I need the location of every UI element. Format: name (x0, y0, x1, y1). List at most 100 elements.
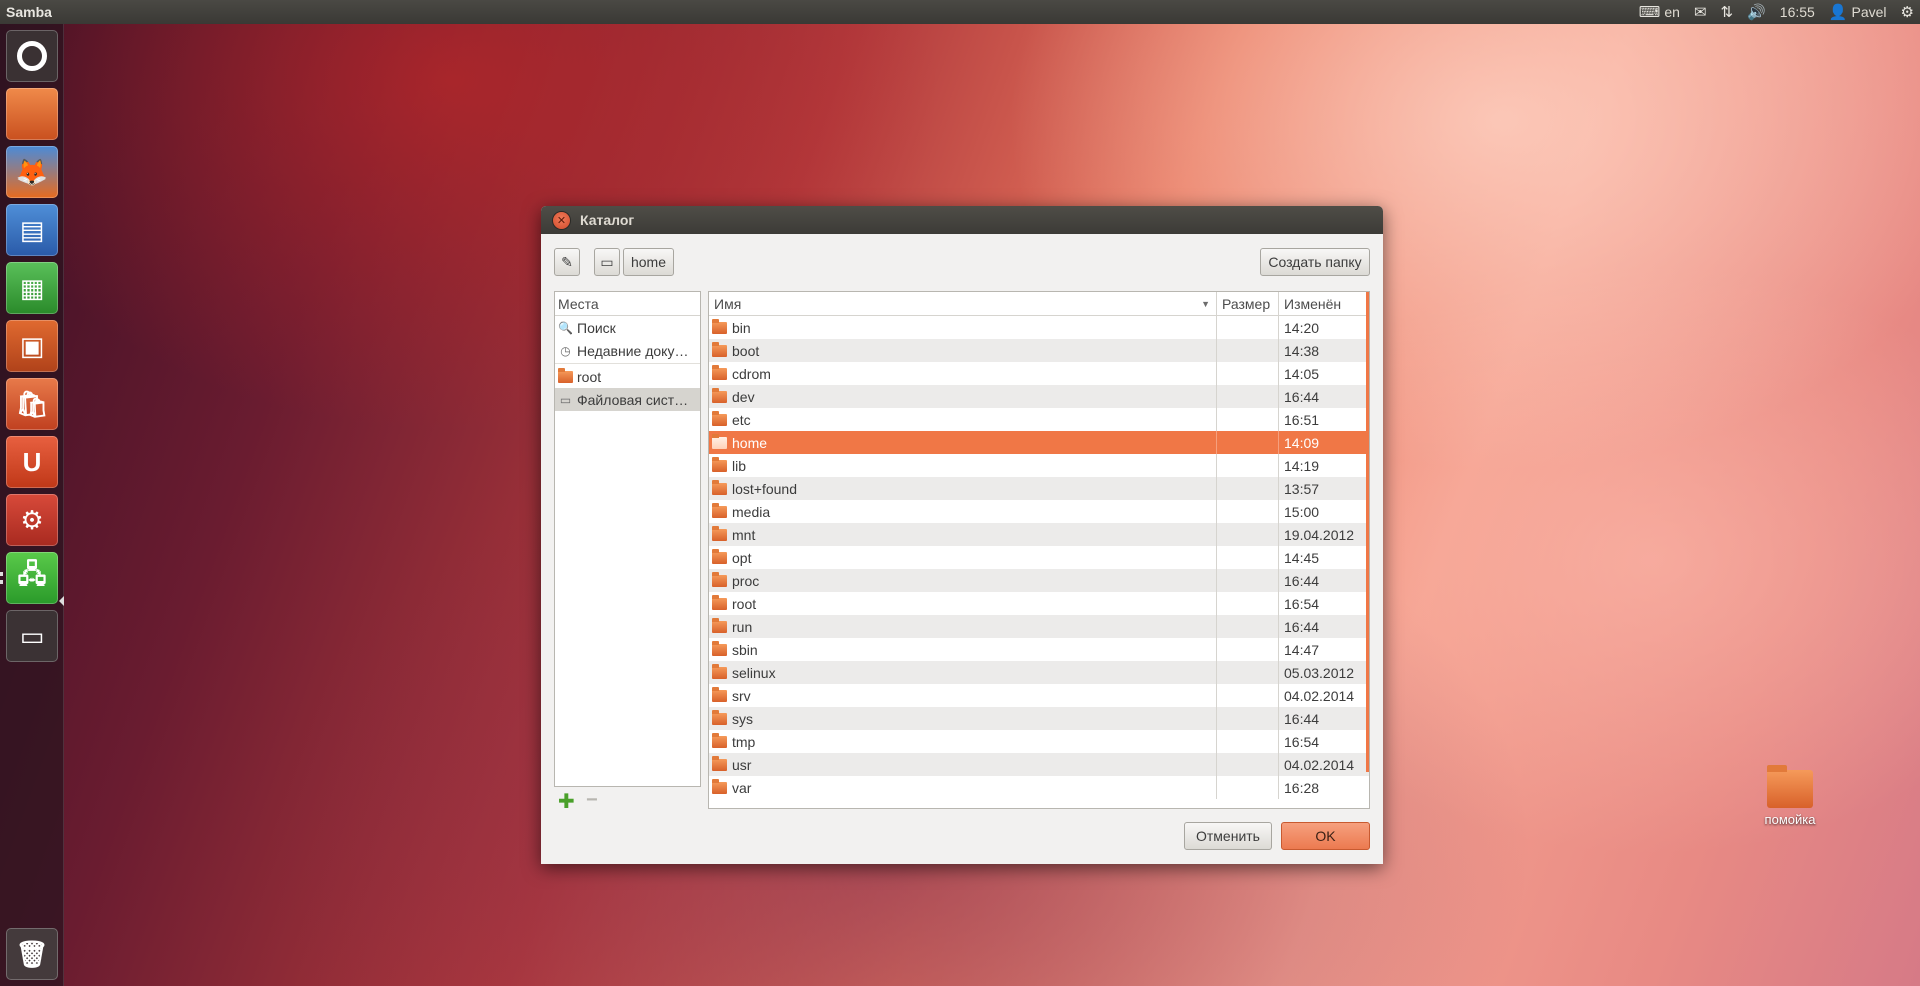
place-filesystem[interactable]: ▭ Файловая сист… (555, 388, 700, 411)
file-row[interactable]: lib 14:19 (709, 454, 1369, 477)
file-size-cell (1217, 592, 1279, 615)
place-search[interactable]: 🔍 Поиск (555, 316, 700, 339)
keyboard-indicator[interactable]: ⌨ en (1639, 4, 1680, 20)
file-row[interactable]: mnt 19.04.2012 (709, 523, 1369, 546)
file-modified: 16:51 (1284, 411, 1320, 428)
sound-indicator[interactable]: 🔊 (1747, 5, 1766, 20)
place-root[interactable]: root (555, 365, 700, 388)
network-indicator[interactable]: ⇅ (1721, 5, 1734, 20)
file-name-cell: srv (709, 684, 1217, 707)
search-icon: 🔍 (558, 320, 573, 335)
dialog-title: Каталог (580, 212, 635, 228)
settings-launcher-icon[interactable]: ⚙ (6, 494, 58, 546)
messaging-indicator[interactable]: ✉ (1694, 5, 1707, 20)
close-icon[interactable]: ✕ (553, 211, 570, 229)
file-modified: 14:20 (1284, 319, 1320, 336)
modified-column-header[interactable]: Изменён (1279, 292, 1367, 315)
desktop-folder[interactable]: помойка (1745, 765, 1835, 827)
file-row[interactable]: var 16:28 (709, 776, 1369, 799)
file-row[interactable]: sys 16:44 (709, 707, 1369, 730)
add-bookmark-icon[interactable]: ✚ (558, 789, 575, 814)
place-recent[interactable]: ◷ Недавние доку… (555, 339, 700, 362)
dialog-titlebar[interactable]: ✕ Каталог (541, 206, 1383, 234)
folder-icon (712, 341, 727, 357)
path-root-button[interactable]: ▭ (594, 248, 620, 276)
ok-button[interactable]: OK (1281, 822, 1370, 850)
folder-icon (712, 571, 727, 587)
file-name-cell: lib (709, 454, 1217, 477)
user-name: Pavel (1851, 4, 1887, 20)
file-name: var (732, 779, 752, 796)
ubuntu-one-launcher-icon[interactable]: U (6, 436, 58, 488)
session-menu[interactable]: ⚙ (1901, 5, 1914, 20)
active-arrow-icon (59, 596, 64, 606)
folder-icon (712, 686, 727, 702)
folder-icon (712, 617, 727, 633)
file-row[interactable]: root 16:54 (709, 592, 1369, 615)
workspace-switcher-icon[interactable]: ▭ (6, 610, 58, 662)
calc-launcher-icon[interactable]: ▦ (6, 262, 58, 314)
file-list-header: Имя ▼ Размер Изменён (709, 292, 1369, 316)
drive-icon: ▭ (600, 253, 614, 270)
file-name-cell: proc (709, 569, 1217, 592)
places-header[interactable]: Места (555, 292, 700, 316)
size-column-header[interactable]: Размер (1217, 292, 1279, 315)
samba-launcher-icon[interactable]: 🖧 (6, 552, 58, 604)
name-column-header[interactable]: Имя ▼ (709, 292, 1217, 315)
create-folder-button[interactable]: Создать папку (1260, 248, 1370, 276)
file-row[interactable]: lost+found 13:57 (709, 477, 1369, 500)
file-name: media (732, 503, 771, 520)
path-home-button[interactable]: home (623, 248, 674, 276)
writer-launcher-icon[interactable]: ▤ (6, 204, 58, 256)
dash-button[interactable] (6, 30, 58, 82)
place-label: root (577, 368, 602, 385)
file-row[interactable]: srv 04.02.2014 (709, 684, 1369, 707)
file-row[interactable]: bin 14:20 (709, 316, 1369, 339)
place-label: Недавние доку… (577, 342, 689, 359)
file-name: bin (732, 319, 751, 336)
file-modified: 05.03.2012 (1284, 664, 1355, 681)
software-center-launcher-icon[interactable]: 🛍 (6, 378, 58, 430)
file-row[interactable]: proc 16:44 (709, 569, 1369, 592)
files-launcher-icon[interactable] (6, 88, 58, 140)
impress-launcher-icon[interactable]: ▣ (6, 320, 58, 372)
file-row[interactable]: etc 16:51 (709, 408, 1369, 431)
file-row[interactable]: selinux 05.03.2012 (709, 661, 1369, 684)
file-modified: 16:44 (1284, 388, 1320, 405)
file-row[interactable]: tmp 16:54 (709, 730, 1369, 753)
folder-icon (712, 502, 727, 518)
edit-location-button[interactable]: ✎ (554, 248, 580, 276)
scrollbar[interactable] (1366, 292, 1369, 772)
folder-icon (712, 479, 727, 495)
file-modified: 19.04.2012 (1284, 526, 1355, 543)
file-size-cell (1217, 339, 1279, 362)
file-row[interactable]: home 14:09 (709, 431, 1369, 454)
trash-launcher-icon[interactable]: 🗑 (6, 928, 58, 980)
home-folder-icon (558, 367, 573, 384)
file-row[interactable]: cdrom 14:05 (709, 362, 1369, 385)
clock[interactable]: 16:55 (1780, 4, 1815, 20)
file-row[interactable]: dev 16:44 (709, 385, 1369, 408)
user-menu[interactable]: 👤 Pavel (1829, 4, 1887, 20)
top-panel: Samba ⌨ en ✉ ⇅ 🔊 16:55 👤 Pavel ⚙ (0, 0, 1920, 24)
file-row[interactable]: run 16:44 (709, 615, 1369, 638)
file-row[interactable]: boot 14:38 (709, 339, 1369, 362)
file-name-cell: etc (709, 408, 1217, 431)
file-name-cell: bin (709, 316, 1217, 339)
file-name: dev (732, 388, 755, 405)
cancel-button[interactable]: Отменить (1184, 822, 1272, 850)
file-row[interactable]: usr 04.02.2014 (709, 753, 1369, 776)
firefox-launcher-icon[interactable]: 🦊 (6, 146, 58, 198)
sort-down-icon: ▼ (1201, 298, 1210, 309)
file-name-cell: dev (709, 385, 1217, 408)
folder-icon (712, 525, 727, 541)
volume-icon: 🔊 (1747, 3, 1766, 21)
file-row[interactable]: sbin 14:47 (709, 638, 1369, 661)
remove-bookmark-icon[interactable]: − (586, 789, 598, 812)
file-row[interactable]: media 15:00 (709, 500, 1369, 523)
file-name-cell: sys (709, 707, 1217, 730)
file-name: proc (732, 572, 760, 589)
place-label: Поиск (577, 319, 616, 336)
file-size-cell (1217, 431, 1279, 454)
file-row[interactable]: opt 14:45 (709, 546, 1369, 569)
